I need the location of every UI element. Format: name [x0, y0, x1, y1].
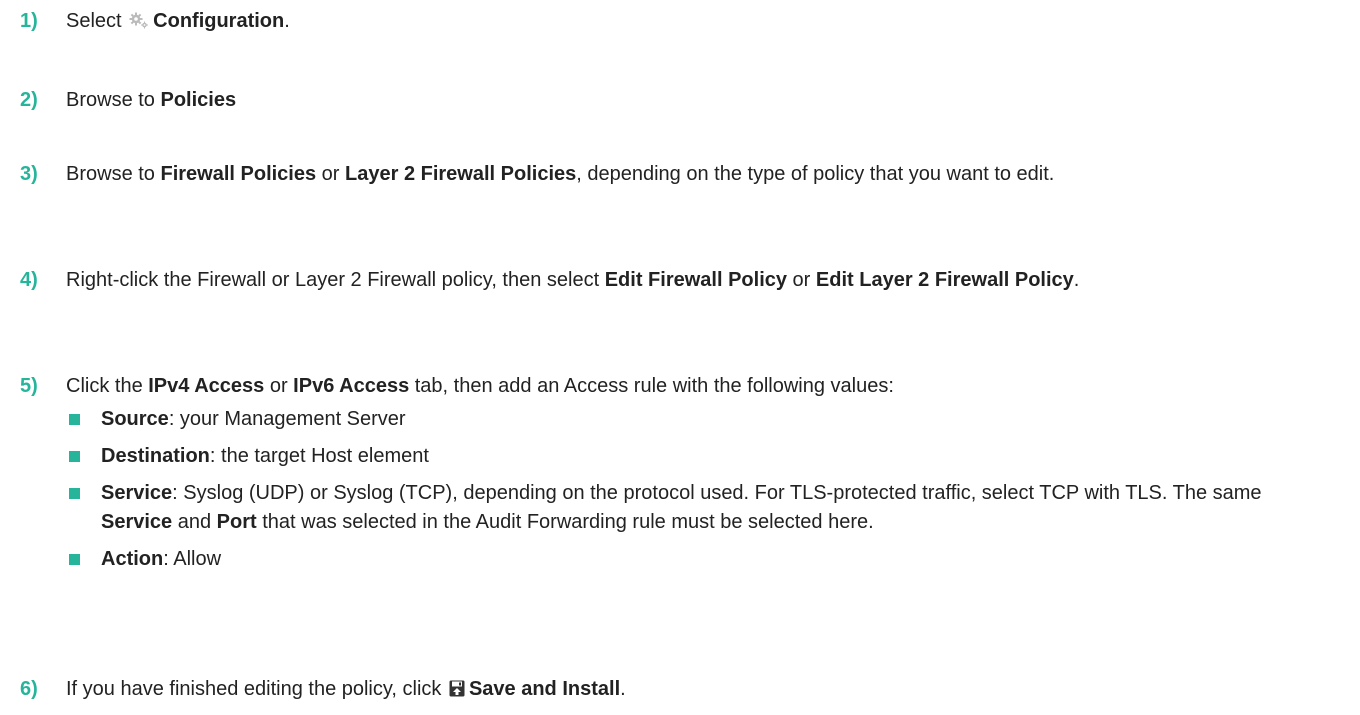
text-run: . [1073, 269, 1080, 291]
bold-term: Save and Install [468, 678, 621, 700]
step-text: Select Configuration. [66, 7, 1320, 38]
step-text: Right-click the Firewall or Layer 2 Fire… [66, 266, 1320, 295]
gear-icon [129, 9, 149, 38]
step-number: 2) [20, 89, 38, 111]
list-item-text: Action: Allow [101, 548, 221, 570]
text-run: , depending on the type of policy that y… [576, 163, 1055, 185]
text-run: : the target Host element [209, 445, 429, 467]
text-run: Browse to [66, 89, 161, 111]
square-bullet-icon [69, 488, 80, 499]
step-number: 4) [20, 269, 38, 291]
bold-term: IPv6 Access [293, 375, 410, 397]
list-item-text: Source: your Management Server [101, 408, 406, 430]
step-number: 6) [20, 678, 38, 700]
save-install-icon [449, 677, 465, 706]
bold-term: Layer 2 Firewall Policies [345, 163, 577, 185]
list-item: Destination: the target Host element [66, 442, 1320, 471]
text-run: that was selected in the Audit Forwardin… [256, 511, 874, 533]
step-4: 4) Right-click the Firewall or Layer 2 F… [20, 266, 1320, 295]
text-run: or [316, 163, 346, 185]
step-text: If you have finished editing the policy,… [66, 675, 1320, 706]
bold-term: Configuration [153, 10, 285, 32]
text-run: or [264, 375, 294, 397]
text-run: or [787, 269, 816, 291]
step-number: 1) [20, 10, 38, 32]
text-run: tab, then add an Access rule with the fo… [409, 375, 894, 397]
bold-term: IPv4 Access [148, 375, 265, 397]
step-number: 5) [20, 375, 38, 397]
text-run: : Syslog (UDP) or Syslog (TCP), dependin… [172, 482, 1262, 504]
list-item-text: Destination: the target Host element [101, 445, 429, 467]
bold-term: Edit Layer 2 Firewall Policy [815, 269, 1074, 291]
text-run: : Allow [163, 548, 222, 570]
square-bullet-icon [69, 554, 80, 565]
square-bullet-icon [69, 414, 80, 425]
bold-term: Destination [101, 445, 210, 467]
bold-term: Service [101, 482, 173, 504]
bold-term: Firewall Policies [160, 163, 317, 185]
text-run: Browse to [66, 163, 161, 185]
step-number: 3) [20, 163, 38, 185]
text-run: : your Management Server [168, 408, 406, 430]
list-item: Source: your Management Server [66, 405, 1320, 434]
step-1: 1) Select Configuration. [20, 7, 1320, 38]
step-text: Browse to Firewall Policies or Layer 2 F… [66, 160, 1320, 189]
bold-term: Source [101, 408, 169, 430]
rule-values-list: Source: your Management Server Destinati… [66, 405, 1320, 574]
step-3: 3) Browse to Firewall Policies or Layer … [20, 160, 1320, 189]
text-run: Right-click the Firewall or Layer 2 Fire… [66, 269, 605, 291]
list-item-text: Service: Syslog (UDP) or Syslog (TCP), d… [101, 482, 1262, 533]
bold-term: Policies [160, 89, 237, 111]
step-5: 5) Click the IPv4 Access or IPv6 Access … [20, 372, 1320, 582]
list-item: Action: Allow [66, 545, 1320, 574]
square-bullet-icon [69, 451, 80, 462]
step-2: 2) Browse to Policies [20, 86, 1320, 115]
text-run: Select [66, 10, 128, 32]
text-run: If you have finished editing the policy,… [66, 678, 447, 700]
list-item: Service: Syslog (UDP) or Syslog (TCP), d… [66, 479, 1320, 537]
step-text: Browse to Policies [66, 86, 1320, 115]
text-run: . [620, 678, 626, 700]
text-run: and [172, 511, 217, 533]
bold-term: Port [216, 511, 257, 533]
bold-term: Service [101, 511, 173, 533]
bold-term: Edit Firewall Policy [604, 269, 787, 291]
text-run: . [284, 10, 290, 32]
step-6: 6) If you have finished editing the poli… [20, 675, 1320, 706]
step-text: Click the IPv4 Access or IPv6 Access tab… [66, 372, 1320, 401]
bold-term: Action [101, 548, 164, 570]
text-run: Click the [66, 375, 149, 397]
procedure-page: 1) Select Configuration. 2) Browse to Po… [0, 0, 1360, 715]
